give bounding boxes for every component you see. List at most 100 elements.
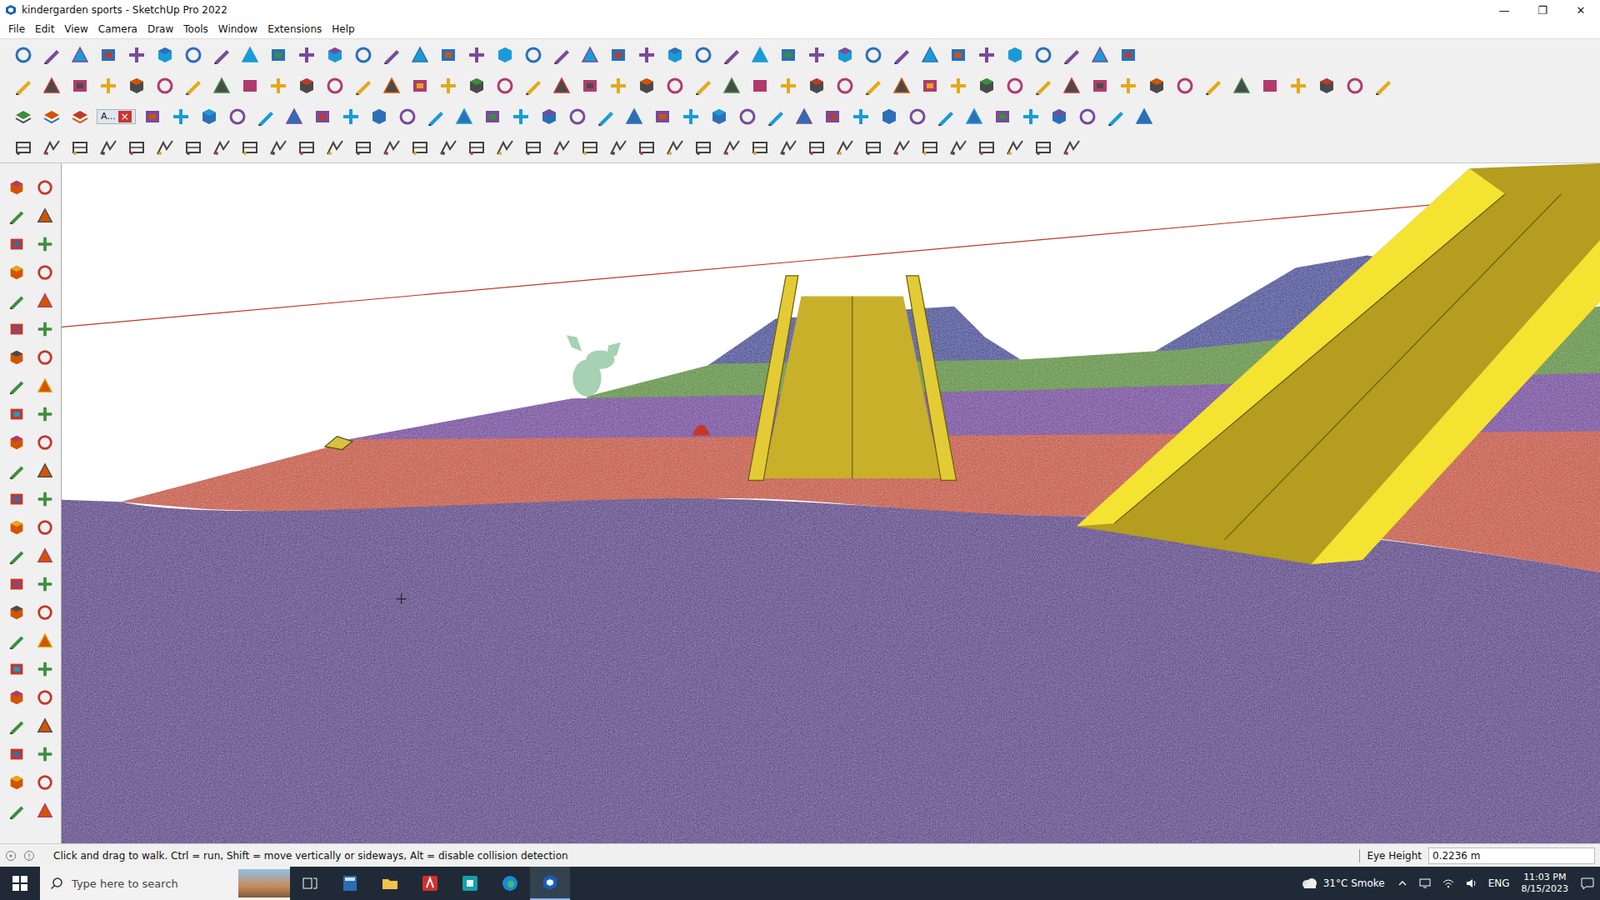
tool-button[interactable] — [266, 74, 290, 98]
tool-button[interactable] — [380, 74, 404, 98]
search-box[interactable]: Type here to search — [40, 866, 290, 900]
tool-button[interactable] — [550, 74, 574, 98]
tool-button[interactable] — [436, 74, 460, 98]
tool-button[interactable] — [934, 105, 958, 129]
tool-button[interactable] — [5, 770, 29, 795]
tool-button[interactable] — [33, 374, 57, 398]
tool-button[interactable] — [1003, 135, 1027, 160]
tool-button[interactable] — [210, 135, 234, 160]
help-icon[interactable] — [23, 850, 35, 862]
tool-button[interactable] — [5, 374, 29, 398]
tool-button[interactable] — [33, 799, 57, 823]
tool-button[interactable] — [5, 742, 29, 766]
tool-button[interactable] — [68, 105, 92, 129]
clock[interactable]: 11:03 PM8/15/2023 — [1515, 871, 1575, 895]
tool-button[interactable] — [266, 43, 290, 67]
tool-button[interactable] — [990, 105, 1015, 129]
tool-button[interactable] — [351, 43, 375, 67]
task-view-button[interactable] — [290, 866, 330, 900]
tool-button[interactable] — [691, 74, 715, 98]
tool-button[interactable] — [96, 135, 120, 160]
tool-button[interactable] — [33, 260, 57, 285]
tool-button[interactable] — [1003, 43, 1027, 67]
tool-button[interactable] — [424, 105, 448, 129]
taskbar-app[interactable] — [450, 866, 490, 900]
tool-button[interactable] — [764, 105, 788, 129]
tool-button[interactable] — [480, 105, 505, 129]
tool-button[interactable] — [805, 74, 829, 98]
tool-button[interactable] — [622, 105, 646, 129]
tool-button[interactable] — [181, 74, 205, 98]
tool-button[interactable] — [5, 430, 29, 455]
tool-button[interactable] — [1031, 135, 1055, 160]
tool-button[interactable] — [748, 43, 772, 67]
tool-button[interactable] — [33, 175, 57, 200]
tool-button[interactable] — [946, 43, 970, 67]
tool-button[interactable] — [295, 43, 319, 67]
tool-button[interactable] — [33, 770, 57, 795]
window-control-button[interactable]: ❐ — [1523, 2, 1562, 19]
tool-button[interactable] — [40, 105, 64, 129]
tool-button[interactable] — [11, 43, 35, 67]
tool-button[interactable] — [1003, 74, 1027, 98]
tool-button[interactable] — [351, 74, 375, 98]
tool-button[interactable] — [408, 135, 432, 160]
menu-item[interactable]: Camera — [93, 21, 143, 37]
tool-button[interactable] — [805, 43, 829, 67]
tool-button[interactable] — [635, 43, 659, 67]
tool-button[interactable] — [833, 74, 857, 98]
taskbar-app[interactable] — [330, 866, 370, 900]
tool-button[interactable] — [1371, 74, 1395, 98]
window-control-button[interactable]: ✕ — [1561, 2, 1600, 19]
tool-button[interactable] — [153, 74, 177, 98]
tool-button[interactable] — [5, 204, 29, 228]
tool-button[interactable] — [521, 74, 545, 98]
tool-button[interactable] — [776, 74, 800, 98]
tool-button[interactable] — [792, 105, 816, 129]
tool-button[interactable] — [181, 135, 205, 160]
tool-button[interactable] — [436, 135, 460, 160]
tool-button[interactable] — [33, 430, 57, 455]
tool-button[interactable] — [1019, 105, 1043, 129]
tool-button[interactable] — [5, 629, 29, 653]
tool-button[interactable] — [861, 43, 885, 67]
taskbar-app[interactable] — [490, 866, 530, 900]
tool-button[interactable] — [5, 544, 29, 568]
tool-button[interactable] — [33, 345, 57, 370]
tool-button[interactable] — [1031, 43, 1055, 67]
tool-button[interactable] — [578, 43, 602, 67]
floating-toolbar-close[interactable]: × — [118, 110, 132, 123]
tool-button[interactable] — [33, 544, 57, 568]
tool-button[interactable] — [33, 289, 57, 313]
tool-button[interactable] — [1201, 74, 1225, 98]
tool-button[interactable] — [11, 74, 35, 98]
tool-button[interactable] — [493, 43, 517, 67]
tool-button[interactable] — [594, 105, 618, 129]
tool-button[interactable] — [153, 135, 177, 160]
tool-button[interactable] — [1258, 74, 1282, 98]
menu-item[interactable]: Draw — [142, 21, 179, 37]
tool-button[interactable] — [68, 74, 92, 98]
tool-button[interactable] — [238, 74, 262, 98]
tool-button[interactable] — [1088, 74, 1112, 98]
tool-button[interactable] — [1031, 74, 1055, 98]
tool-button[interactable] — [40, 135, 64, 160]
menu-item[interactable]: View — [59, 21, 93, 37]
tool-button[interactable] — [606, 43, 630, 67]
tool-button[interactable] — [578, 135, 602, 160]
notification-icon[interactable] — [1580, 875, 1595, 891]
tool-button[interactable] — [1230, 74, 1254, 98]
tool-button[interactable] — [33, 742, 57, 766]
tool-button[interactable] — [5, 260, 29, 285]
tool-button[interactable] — [663, 74, 687, 98]
tool-button[interactable] — [11, 135, 35, 160]
tool-button[interactable] — [33, 572, 57, 596]
tool-button[interactable] — [1116, 74, 1140, 98]
tool-button[interactable] — [408, 74, 432, 98]
tool-button[interactable] — [5, 799, 29, 823]
tool-button[interactable] — [33, 204, 57, 228]
tool-button[interactable] — [663, 135, 687, 160]
tool-button[interactable] — [521, 135, 545, 160]
tool-button[interactable] — [550, 43, 574, 67]
tool-button[interactable] — [5, 572, 29, 596]
